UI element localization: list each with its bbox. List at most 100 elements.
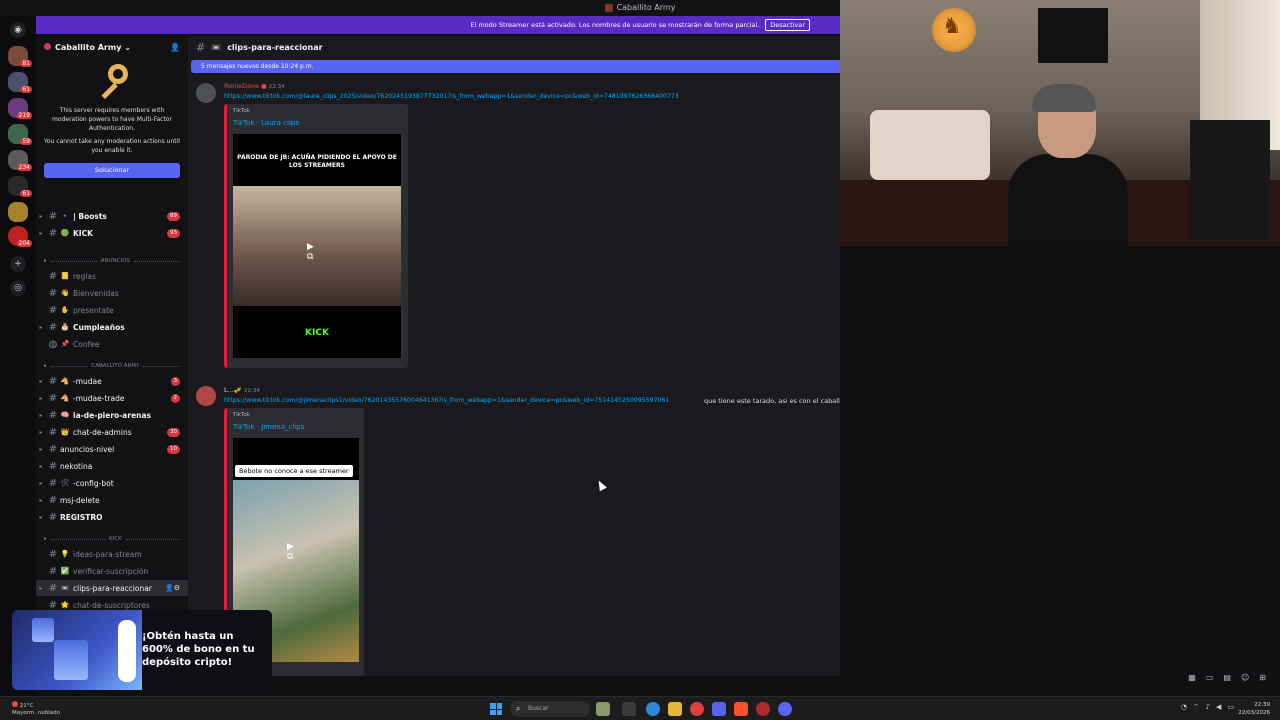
channel-chat-de-admins[interactable]: ▸ # 👑 chat-de-admins 30 <box>36 424 188 440</box>
category-label: ANUNCIOS <box>100 258 131 264</box>
embed-title[interactable]: TikTok · Laura clips <box>233 119 299 127</box>
channel-verificar-suscripcion[interactable]: # ✅ verificar-suscripción <box>36 563 188 579</box>
hash-icon: # <box>48 599 58 611</box>
recording-icon[interactable] <box>756 702 770 716</box>
video-thumbnail[interactable]: PARODIA DE JB: ACUÑA PIDIENDO EL APOYO D… <box>233 134 401 358</box>
channel-emoji: 🧠 <box>60 411 70 419</box>
composer-actions: ▦ ▭ ▤ ☺ ⊞ <box>1188 673 1266 682</box>
avatar[interactable] <box>196 386 216 406</box>
channel-mudae[interactable]: ▸ # 🐴 -mudae 3 <box>36 373 188 389</box>
media-icon[interactable] <box>690 702 704 716</box>
gif-icon[interactable]: ▭ <box>1206 673 1214 682</box>
microphone-icon[interactable]: ♪ <box>1206 703 1210 712</box>
divider <box>50 538 106 540</box>
server-icon[interactable] <box>8 202 28 222</box>
message-link[interactable]: https://www.tiktok.com/@laura_clips_2025… <box>224 93 679 100</box>
channel-emoji: 🟢 <box>60 229 70 237</box>
chevron-icon: ▸ <box>39 212 43 220</box>
streamer-mode-banner: El modo Streamer está activado. Los nomb… <box>36 16 840 34</box>
clock[interactable]: 22:39 22/03/2026 <box>1238 701 1270 717</box>
weather-widget[interactable]: 21°C Mayorm. nublado <box>12 701 60 717</box>
discord-home-icon[interactable]: ◉ <box>10 22 26 38</box>
channel-label: -config-bot <box>73 478 114 488</box>
avatar[interactable] <box>196 83 216 103</box>
channel-boosts[interactable]: ▸ # 🔹 | Boosts 89 <box>36 208 188 224</box>
file-explorer-icon[interactable] <box>622 702 636 716</box>
disable-streamer-button[interactable]: Desactivar <box>765 19 810 31</box>
hash-icon: # <box>48 511 58 523</box>
server-header[interactable]: Caballito Army ⌄ 👤 <box>36 36 188 58</box>
voice-icon: ◍ <box>48 338 58 350</box>
channel-ia-de-piero-arenas[interactable]: ▸ # 🧠 ia-de-piero-arenas <box>36 407 188 423</box>
crypto-ad-banner[interactable]: ¡Obtén hasta un 600% de bono en tu depós… <box>12 610 272 690</box>
rail-badge: 204 <box>16 240 32 247</box>
channel-emoji: 🔹 <box>60 212 70 220</box>
fix-button[interactable]: Solucionar <box>44 163 180 178</box>
divider <box>50 260 97 262</box>
channel-emoji: ✅ <box>60 567 70 575</box>
system-tray: ◔ ⌔ ♪ ◀ ▭ <box>1181 703 1234 712</box>
apps-icon[interactable]: ⊞ <box>1259 673 1266 682</box>
channel-anuncios-nivel[interactable]: ▸ # anuncios-nivel 10 <box>36 441 188 457</box>
channel-config-bot[interactable]: ▸ # 🛠 -config-bot <box>36 475 188 491</box>
channel-cumpleanos[interactable]: ▸ # 🎂 Cumpleaños <box>36 319 188 335</box>
play-icon[interactable]: ▶ ⧉ <box>287 542 303 562</box>
channel-label: -mudae <box>73 376 102 386</box>
channel-bienvenidas[interactable]: # 👋 Bienvenidas <box>36 285 188 301</box>
channel-presentate[interactable]: # ✋ presentate <box>36 302 188 318</box>
taskbar-search[interactable]: ⌕ Buscar <box>510 701 590 717</box>
message-link[interactable]: https://www.tiktok.com/@jimenaclips1/vid… <box>224 397 669 404</box>
weather-icon <box>12 701 18 707</box>
weather-desc: Mayorm. nublado <box>12 710 60 716</box>
category-anuncios[interactable]: ▸ ANUNCIOS <box>44 256 184 266</box>
embed-title[interactable]: TikTok · Jimena_clips <box>233 423 304 431</box>
add-server-icon[interactable]: + <box>10 256 26 272</box>
folder-icon[interactable] <box>668 702 682 716</box>
play-icon[interactable]: ▶ ⧉ <box>307 242 323 262</box>
category-kick[interactable]: ▸ KICK <box>44 534 184 544</box>
members-area <box>840 246 1280 676</box>
discover-icon[interactable]: ◎ <box>10 280 26 296</box>
channel-registro[interactable]: ▸ # REGISTRO <box>36 509 188 525</box>
author-name[interactable]: RonieDave <box>224 82 259 90</box>
edge-icon[interactable] <box>646 702 660 716</box>
hash-icon: # <box>48 392 58 404</box>
sticker-icon[interactable]: ▤ <box>1223 673 1231 682</box>
chevron-icon: ▸ <box>39 513 43 521</box>
channel-reglas[interactable]: # 📒 reglas <box>36 268 188 284</box>
new-messages-bar[interactable]: 5 mensajes nuevos desde 10:24 p.m. <box>191 60 840 73</box>
network-icon[interactable]: ◔ <box>1181 703 1187 712</box>
emoji-icon[interactable]: ☺ <box>1241 673 1249 682</box>
discord-icon[interactable] <box>778 702 792 716</box>
author-name[interactable]: L...🎺 <box>224 386 242 394</box>
channel-settings-icon[interactable]: 👤⚙ <box>165 584 180 592</box>
channel-confee[interactable]: ◍ 📌 Confee <box>36 336 188 352</box>
channel-mudae-trade[interactable]: ▸ # 🐴 -mudae-trade 2 <box>36 390 188 406</box>
app-icon[interactable] <box>596 702 610 716</box>
volume-icon[interactable]: ◀ <box>1216 703 1221 712</box>
server-rail: ◉ 81 61 219 59 234 61 204 + ◎ <box>0 16 36 696</box>
channel-kick[interactable]: ▸ # 🟢 KICK 93 <box>36 225 188 241</box>
invite-icon[interactable]: 👤 <box>170 43 180 52</box>
channel-label: ia-de-piero-arenas <box>73 410 152 420</box>
chevron-icon: ▸ <box>39 377 43 385</box>
brave-icon[interactable] <box>734 702 748 716</box>
divider <box>134 260 181 262</box>
gift-icon[interactable]: ▦ <box>1188 673 1196 682</box>
channel-msj-delete[interactable]: ▸ # msj-delete <box>36 492 188 508</box>
channel-ideas-para-stream[interactable]: # 💡 ideas-para-stream <box>36 546 188 562</box>
category-label: CABALLITO ARMY <box>91 363 140 369</box>
embed-provider: TikTok <box>233 108 250 114</box>
channel-clips-para-reaccionar[interactable]: ▸ # 📼 clips-para-reaccionar 👤⚙ <box>36 580 188 596</box>
category-army[interactable]: ▸ CABALLITO ARMY <box>44 361 184 371</box>
battery-icon[interactable]: ▭ <box>1227 703 1234 712</box>
wifi-icon[interactable]: ⌔ <box>1193 703 1200 712</box>
channel-label: nekotina <box>60 461 93 471</box>
chevron-icon: ▸ <box>39 229 43 237</box>
windows-start-icon[interactable] <box>490 703 502 715</box>
channel-emoji: 📌 <box>60 340 70 348</box>
channel-emoji: 👋 <box>60 289 70 297</box>
channel-nekotina[interactable]: ▸ # nekotina <box>36 458 188 474</box>
ad-artwork <box>12 610 142 690</box>
discord-taskbar-icon[interactable] <box>712 702 726 716</box>
